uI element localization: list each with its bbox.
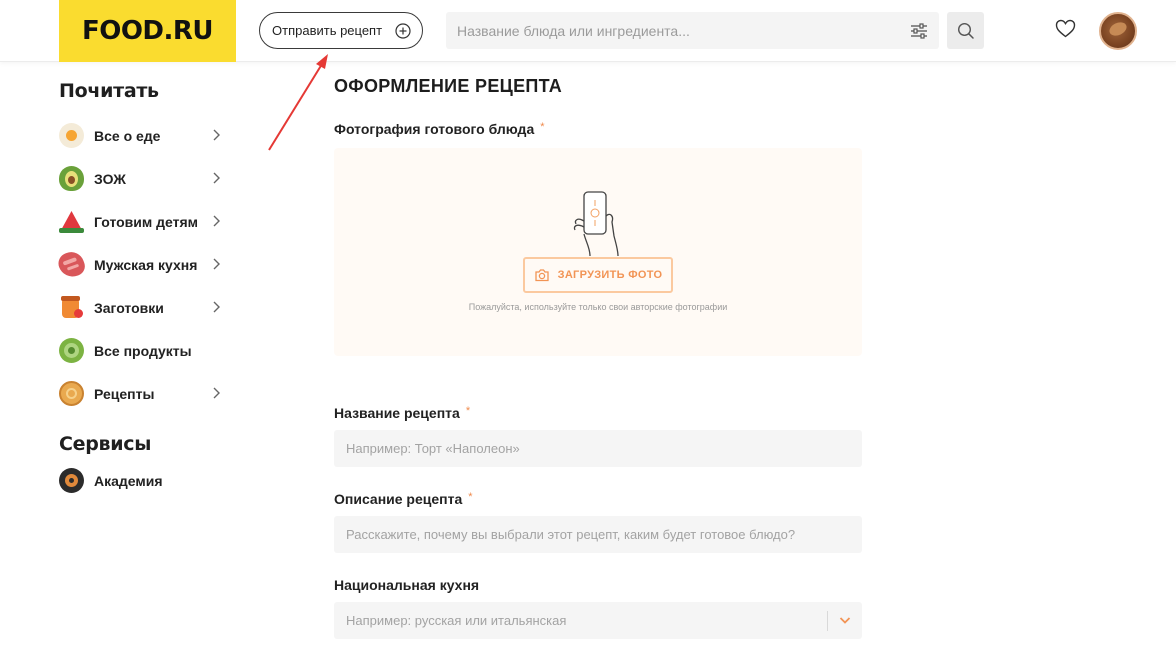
recipe-name-label: Название рецепта *	[334, 405, 470, 421]
recipe-name-input[interactable]	[346, 441, 826, 456]
sidebar-item-kids[interactable]: Готовим детям	[59, 200, 239, 243]
pie-icon	[59, 381, 84, 406]
sidebar-item-label: Академия	[94, 472, 163, 489]
user-avatar[interactable]	[1099, 12, 1137, 50]
search-button[interactable]	[947, 12, 984, 49]
select-divider	[827, 611, 828, 631]
upload-photo-label: ЗАГРУЗИТЬ ФОТО	[557, 269, 663, 281]
read-heading: Почитать	[59, 80, 159, 102]
chevron-right-icon	[213, 172, 220, 184]
required-mark: *	[540, 121, 545, 133]
required-mark: *	[468, 491, 473, 503]
phone-hand-icon	[573, 191, 619, 257]
watermelon-icon	[59, 209, 84, 234]
upload-photo-button[interactable]: ЗАГРУЗИТЬ ФОТО	[523, 257, 673, 293]
recipe-name-field	[334, 430, 862, 467]
sidebar-item-label: Мужская кухня	[94, 256, 198, 273]
filter-icon[interactable]	[909, 21, 929, 41]
egg-icon	[59, 123, 84, 148]
sidebar-item-label: Заготовки	[94, 299, 164, 316]
meat-icon	[55, 248, 88, 281]
avocado-icon	[59, 166, 84, 191]
photo-upload-area[interactable]: ЗАГРУЗИТЬ ФОТО Пожалуйста, используйте т…	[334, 148, 862, 356]
recipe-description-label-text: Описание рецепта	[334, 491, 463, 507]
sidebar-item-label: ЗОЖ	[94, 170, 126, 187]
sidebar-item-all-products[interactable]: Все продукты	[59, 329, 239, 372]
sidebar-item-about-food[interactable]: Все о еде	[59, 114, 239, 157]
search-bar	[446, 12, 939, 49]
chevron-right-icon	[213, 301, 220, 313]
photo-label-text: Фотография готового блюда	[334, 121, 535, 137]
cuisine-select[interactable]	[334, 602, 862, 639]
recipe-description-input[interactable]	[346, 527, 826, 542]
site-logo[interactable]: FOOD.RU	[59, 0, 236, 62]
required-mark: *	[465, 405, 471, 417]
favorites-heart-icon[interactable]	[1055, 19, 1076, 38]
search-input[interactable]	[457, 22, 887, 39]
sidebar-item-label: Все продукты	[94, 342, 192, 359]
sidebar-item-academy[interactable]: Академия	[59, 459, 239, 502]
upload-hint: Пожалуйста, используйте только свои авто…	[468, 302, 728, 312]
sidebar-item-label: Готовим детям	[94, 213, 198, 230]
jar-icon	[59, 295, 84, 320]
search-icon	[957, 22, 974, 39]
plus-circle-icon	[395, 23, 411, 39]
sidebar-item-preserves[interactable]: Заготовки	[59, 286, 239, 329]
camera-icon	[534, 269, 549, 282]
logo-text: FOOD.RU	[81, 16, 214, 46]
send-recipe-button[interactable]: Отправить рецепт	[259, 12, 423, 49]
cabbage-icon	[59, 338, 84, 363]
page-title: ОФОРМЛЕНИЕ РЕЦЕПТА	[334, 76, 563, 96]
cuisine-label: Национальная кухня	[334, 577, 480, 593]
recipe-description-label: Описание рецепта *	[334, 491, 473, 507]
chevron-right-icon	[213, 215, 220, 227]
services-heading: Сервисы	[59, 433, 152, 455]
chevron-right-icon	[213, 387, 220, 399]
photo-label: Фотография готового блюда *	[334, 121, 545, 137]
site-header: FOOD.RU Отправить рецепт	[0, 0, 1176, 62]
sidebar: Почитать Все о еде ЗОЖ Готовим детям Муж…	[55, 80, 239, 502]
send-recipe-label: Отправить рецепт	[272, 23, 383, 38]
chevron-right-icon	[213, 258, 220, 270]
cuisine-input[interactable]	[346, 613, 826, 628]
academy-icon	[59, 468, 84, 493]
recipe-name-label-text: Название рецепта	[334, 405, 460, 421]
sidebar-item-mens-kitchen[interactable]: Мужская кухня	[55, 243, 239, 286]
recipe-description-field	[334, 516, 862, 553]
sidebar-item-label: Рецепты	[94, 385, 155, 402]
sidebar-item-healthy[interactable]: ЗОЖ	[59, 157, 239, 200]
chevron-right-icon	[213, 129, 220, 141]
sidebar-item-label: Все о еде	[94, 127, 161, 144]
chevron-down-icon[interactable]	[839, 616, 851, 625]
services-section: Сервисы Академия	[59, 433, 239, 502]
sidebar-item-recipes[interactable]: Рецепты	[59, 372, 239, 415]
